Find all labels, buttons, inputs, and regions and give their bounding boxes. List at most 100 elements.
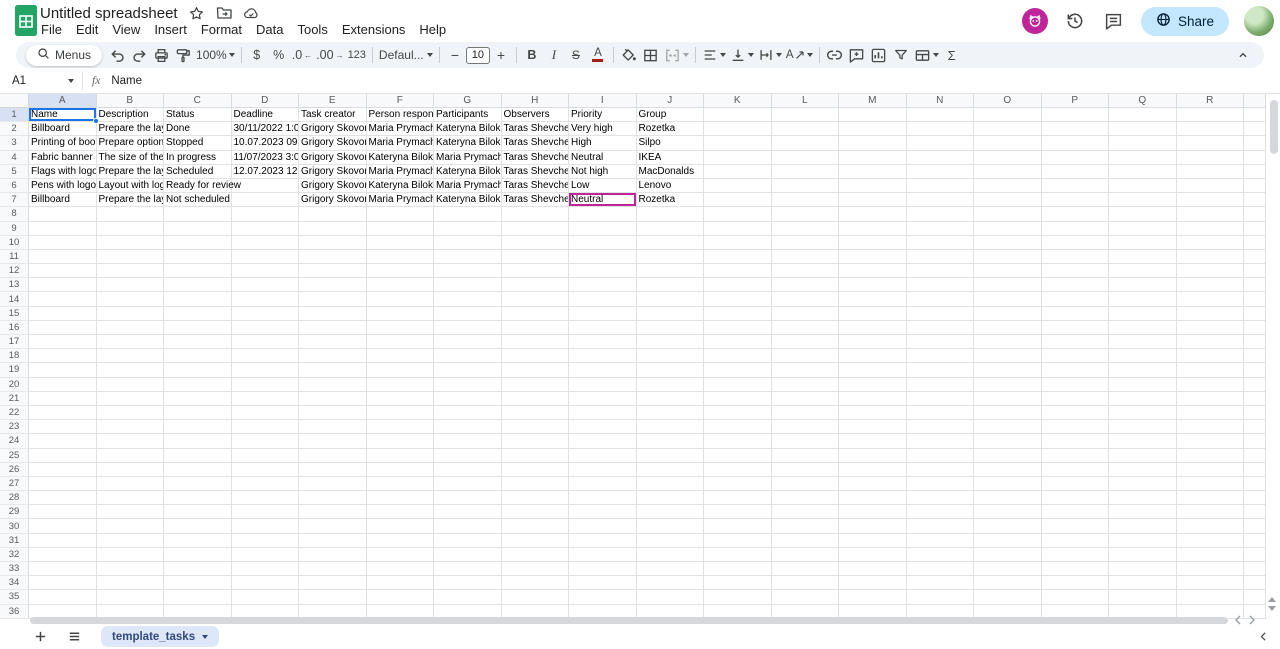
cell-M6[interactable] [839, 179, 907, 193]
hide-menus-button[interactable] [1232, 44, 1254, 66]
cell-B18[interactable] [97, 349, 165, 363]
cell-D31[interactable] [232, 534, 300, 548]
text-rotation-button[interactable]: A [784, 44, 815, 66]
cell-H6[interactable]: Taras Shevchenko [502, 179, 570, 193]
cell-P7[interactable] [1042, 193, 1110, 207]
cell-partial-5[interactable] [1244, 165, 1266, 179]
cell-B21[interactable] [97, 392, 165, 406]
cell-H4[interactable]: Taras Shevchenko [502, 151, 570, 165]
cell-Q6[interactable] [1109, 179, 1177, 193]
row-header-14[interactable]: 14 [0, 292, 29, 306]
cell-H35[interactable] [502, 590, 570, 604]
cell-R12[interactable] [1177, 264, 1245, 278]
cell-J17[interactable] [637, 335, 705, 349]
cell-E1[interactable]: Task creator [299, 108, 367, 122]
cell-B35[interactable] [97, 590, 165, 604]
cell-J27[interactable] [637, 477, 705, 491]
cell-R14[interactable] [1177, 292, 1245, 306]
row-header-33[interactable]: 33 [0, 562, 29, 576]
cell-C29[interactable] [164, 505, 232, 519]
cell-H1[interactable]: Observers [502, 108, 570, 122]
font-size-input[interactable]: 10 [466, 47, 490, 64]
cell-O21[interactable] [974, 392, 1042, 406]
cell-N21[interactable] [907, 392, 975, 406]
cell-Q4[interactable] [1109, 151, 1177, 165]
row-header-13[interactable]: 13 [0, 278, 29, 292]
cell-D19[interactable] [232, 363, 300, 377]
cell-J1[interactable]: Group [637, 108, 705, 122]
cell-R19[interactable] [1177, 363, 1245, 377]
cell-partial-14[interactable] [1244, 292, 1266, 306]
cell-C18[interactable] [164, 349, 232, 363]
cell-N3[interactable] [907, 136, 975, 150]
cell-I11[interactable] [569, 250, 637, 264]
cell-O33[interactable] [974, 562, 1042, 576]
cell-C7[interactable]: Not scheduled [164, 193, 232, 207]
cell-K6[interactable] [704, 179, 772, 193]
menu-file[interactable]: File [34, 20, 69, 40]
cell-M34[interactable] [839, 576, 907, 590]
row-header-32[interactable]: 32 [0, 548, 29, 562]
cell-O4[interactable] [974, 151, 1042, 165]
row-header-5[interactable]: 5 [0, 165, 29, 179]
toolbar-search-button[interactable]: Menus [26, 45, 102, 66]
cell-Q11[interactable] [1109, 250, 1177, 264]
cell-N6[interactable] [907, 179, 975, 193]
cell-K9[interactable] [704, 222, 772, 236]
cell-K5[interactable] [704, 165, 772, 179]
cell-O16[interactable] [974, 321, 1042, 335]
cell-K18[interactable] [704, 349, 772, 363]
cell-N32[interactable] [907, 548, 975, 562]
cell-G35[interactable] [434, 590, 502, 604]
cell-O9[interactable] [974, 222, 1042, 236]
cell-L24[interactable] [772, 434, 840, 448]
cell-N31[interactable] [907, 534, 975, 548]
cell-B13[interactable] [97, 278, 165, 292]
cell-F17[interactable] [367, 335, 435, 349]
cell-P2[interactable] [1042, 122, 1110, 136]
cell-J29[interactable] [637, 505, 705, 519]
cell-L14[interactable] [772, 292, 840, 306]
cell-K8[interactable] [704, 207, 772, 221]
cell-O28[interactable] [974, 491, 1042, 505]
cell-H23[interactable] [502, 420, 570, 434]
cell-J15[interactable] [637, 307, 705, 321]
cell-partial-10[interactable] [1244, 236, 1266, 250]
cell-L25[interactable] [772, 449, 840, 463]
cell-D20[interactable] [232, 378, 300, 392]
cell-D10[interactable] [232, 236, 300, 250]
cell-D13[interactable] [232, 278, 300, 292]
cell-J31[interactable] [637, 534, 705, 548]
row-header-16[interactable]: 16 [0, 321, 29, 335]
cell-M1[interactable] [839, 108, 907, 122]
cell-P34[interactable] [1042, 576, 1110, 590]
cell-L16[interactable] [772, 321, 840, 335]
merge-cells-button[interactable] [662, 44, 691, 66]
cell-C30[interactable] [164, 519, 232, 533]
insert-link-button[interactable] [824, 44, 846, 66]
cell-M9[interactable] [839, 222, 907, 236]
cell-L10[interactable] [772, 236, 840, 250]
cell-I18[interactable] [569, 349, 637, 363]
cell-K13[interactable] [704, 278, 772, 292]
cell-I17[interactable] [569, 335, 637, 349]
cell-L5[interactable] [772, 165, 840, 179]
cell-Q17[interactable] [1109, 335, 1177, 349]
cell-B34[interactable] [97, 576, 165, 590]
cell-Q8[interactable] [1109, 207, 1177, 221]
cell-J34[interactable] [637, 576, 705, 590]
cell-H13[interactable] [502, 278, 570, 292]
cell-G29[interactable] [434, 505, 502, 519]
cell-M24[interactable] [839, 434, 907, 448]
menu-data[interactable]: Data [249, 20, 290, 40]
cell-P25[interactable] [1042, 449, 1110, 463]
cell-B32[interactable] [97, 548, 165, 562]
cell-C24[interactable] [164, 434, 232, 448]
cell-H16[interactable] [502, 321, 570, 335]
row-header-8[interactable]: 8 [0, 207, 29, 221]
cell-Q34[interactable] [1109, 576, 1177, 590]
cell-B19[interactable] [97, 363, 165, 377]
cell-Q18[interactable] [1109, 349, 1177, 363]
cell-Q9[interactable] [1109, 222, 1177, 236]
cell-G13[interactable] [434, 278, 502, 292]
